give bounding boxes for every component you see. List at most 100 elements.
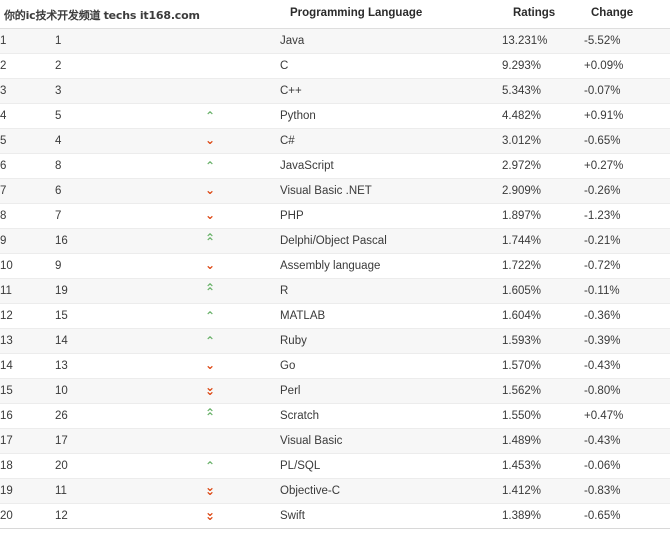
arrow-double-down-icon-stroke: ⌄	[204, 384, 216, 398]
cell-change: -0.21%	[584, 228, 670, 254]
cell-change: -0.43%	[584, 428, 670, 454]
column-header-rank-current[interactable]	[0, 0, 55, 29]
cell-rank-previous: 15	[55, 303, 195, 329]
column-header-change[interactable]: Change	[584, 0, 670, 29]
arrow-double-down-icon: ⌄ ⌄	[202, 506, 218, 522]
cell-rank-current: 13	[0, 328, 55, 354]
cell-rank-current: 12	[0, 303, 55, 329]
table-row: 13 14 ⌃ Ruby 1.593% -0.39%	[0, 328, 670, 354]
cell-change-indicator: ⌃	[195, 153, 280, 179]
arrow-double-up-icon: ⌃ ⌃	[202, 232, 218, 248]
column-header-programming-language[interactable]: Programming Language	[280, 0, 502, 29]
cell-ratings: 1.570%	[502, 353, 584, 379]
cell-change-indicator: ⌃ ⌃	[195, 278, 280, 304]
cell-rank-current: 11	[0, 278, 55, 304]
cell-rank-current: 2	[0, 53, 55, 79]
cell-programming-language: Java	[280, 28, 502, 54]
arrow-down-icon-stroke: ⌄	[204, 358, 216, 372]
table-row: 3 3 C++ 5.343% -0.07%	[0, 78, 670, 104]
cell-rank-previous: 4	[55, 128, 195, 154]
cell-change: +0.27%	[584, 153, 670, 179]
table-row: 1 1 Java 13.231% -5.52%	[0, 28, 670, 54]
cell-change-indicator: ⌄	[195, 253, 280, 279]
cell-change-indicator: ⌃ ⌃	[195, 228, 280, 254]
cell-rank-previous: 13	[55, 353, 195, 379]
cell-rank-previous: 7	[55, 203, 195, 229]
arrow-double-up-icon-stroke: ⌃	[204, 410, 216, 424]
cell-change-indicator: ⌄ ⌄	[195, 478, 280, 504]
programming-language-ranking-table: Programming Language Ratings Change 1 1 Ja…	[0, 0, 670, 529]
cell-rank-current: 7	[0, 178, 55, 204]
table-row: 18 20 ⌃ PL/SQL 1.453% -0.06%	[0, 453, 670, 479]
cell-change: -0.11%	[584, 278, 670, 304]
cell-rank-previous: 20	[55, 453, 195, 479]
cell-ratings: 9.293%	[502, 53, 584, 79]
cell-change: +0.09%	[584, 53, 670, 79]
cell-rank-previous: 26	[55, 403, 195, 429]
cell-rank-previous: 9	[55, 253, 195, 279]
cell-programming-language: C#	[280, 128, 502, 154]
cell-ratings: 1.412%	[502, 478, 584, 504]
cell-rank-current: 5	[0, 128, 55, 154]
cell-programming-language: Perl	[280, 378, 502, 404]
table-row: 7 6 ⌄ Visual Basic .NET 2.909% -0.26%	[0, 178, 670, 204]
cell-programming-language: Scratch	[280, 403, 502, 429]
cell-rank-current: 14	[0, 353, 55, 379]
cell-programming-language: R	[280, 278, 502, 304]
cell-rank-previous: 14	[55, 328, 195, 354]
cell-ratings: 1.593%	[502, 328, 584, 354]
arrow-down-icon-stroke: ⌄	[204, 208, 216, 222]
cell-change: -5.52%	[584, 28, 670, 54]
cell-ratings: 4.482%	[502, 103, 584, 129]
cell-change: -0.43%	[584, 353, 670, 379]
cell-rank-previous: 5	[55, 103, 195, 129]
cell-rank-current: 8	[0, 203, 55, 229]
cell-change: -1.23%	[584, 203, 670, 229]
cell-rank-previous: 3	[55, 78, 195, 104]
arrow-up-icon: ⌃	[202, 107, 218, 122]
arrow-double-up-icon: ⌃ ⌃	[202, 282, 218, 298]
cell-rank-current: 20	[0, 503, 55, 529]
cell-rank-previous: 17	[55, 428, 195, 454]
table-row: 11 19 ⌃ ⌃ R 1.605% -0.11%	[0, 278, 670, 304]
cell-change: -0.65%	[584, 128, 670, 154]
cell-rank-current: 18	[0, 453, 55, 479]
arrow-up-icon: ⌃	[202, 332, 218, 348]
cell-programming-language: MATLAB	[280, 303, 502, 329]
cell-rank-current: 4	[0, 103, 55, 129]
cell-rank-previous: 2	[55, 53, 195, 79]
table-row: 19 11 ⌄ ⌄ Objective-C 1.412% -0.83%	[0, 478, 670, 504]
arrow-up-icon-stroke: ⌃	[204, 309, 216, 323]
cell-change: -0.26%	[584, 178, 670, 204]
cell-change-indicator: ⌄	[195, 353, 280, 379]
column-header-change-indicator[interactable]	[195, 0, 280, 29]
cell-ratings: 1.605%	[502, 278, 584, 304]
arrow-down-icon: ⌄	[202, 182, 218, 196]
cell-change-indicator	[195, 78, 280, 104]
table-body: 1 1 Java 13.231% -5.52% 2 2 C 9.293% +0.09% 3 3 C++ 5…	[0, 28, 670, 529]
arrow-up-icon: ⌃	[202, 457, 218, 472]
cell-ratings: 1.604%	[502, 303, 584, 329]
cell-ratings: 1.562%	[502, 378, 584, 404]
cell-programming-language: Python	[280, 103, 502, 129]
cell-change-indicator: ⌄	[195, 203, 280, 229]
arrow-up-icon-stroke: ⌃	[204, 334, 216, 348]
cell-change-indicator: ⌃	[195, 303, 280, 329]
cell-change: -0.06%	[584, 453, 670, 479]
cell-change: +0.47%	[584, 403, 670, 429]
cell-ratings: 3.012%	[502, 128, 584, 154]
column-header-rank-previous[interactable]	[55, 0, 195, 29]
cell-ratings: 5.343%	[502, 78, 584, 104]
cell-programming-language: Swift	[280, 503, 502, 529]
cell-ratings: 1.722%	[502, 253, 584, 279]
table-row: 20 12 ⌄ ⌄ Swift 1.389% -0.65%	[0, 503, 670, 529]
arrow-double-up-icon: ⌃ ⌃	[202, 407, 218, 424]
cell-rank-current: 1	[0, 28, 55, 54]
cell-change: -0.72%	[584, 253, 670, 279]
cell-change-indicator: ⌄	[195, 128, 280, 154]
column-header-ratings[interactable]: Ratings	[502, 0, 584, 29]
cell-rank-current: 10	[0, 253, 55, 279]
cell-change-indicator: ⌃	[195, 103, 280, 129]
cell-rank-current: 3	[0, 78, 55, 104]
table-row: 8 7 ⌄ PHP 1.897% -1.23%	[0, 203, 670, 229]
